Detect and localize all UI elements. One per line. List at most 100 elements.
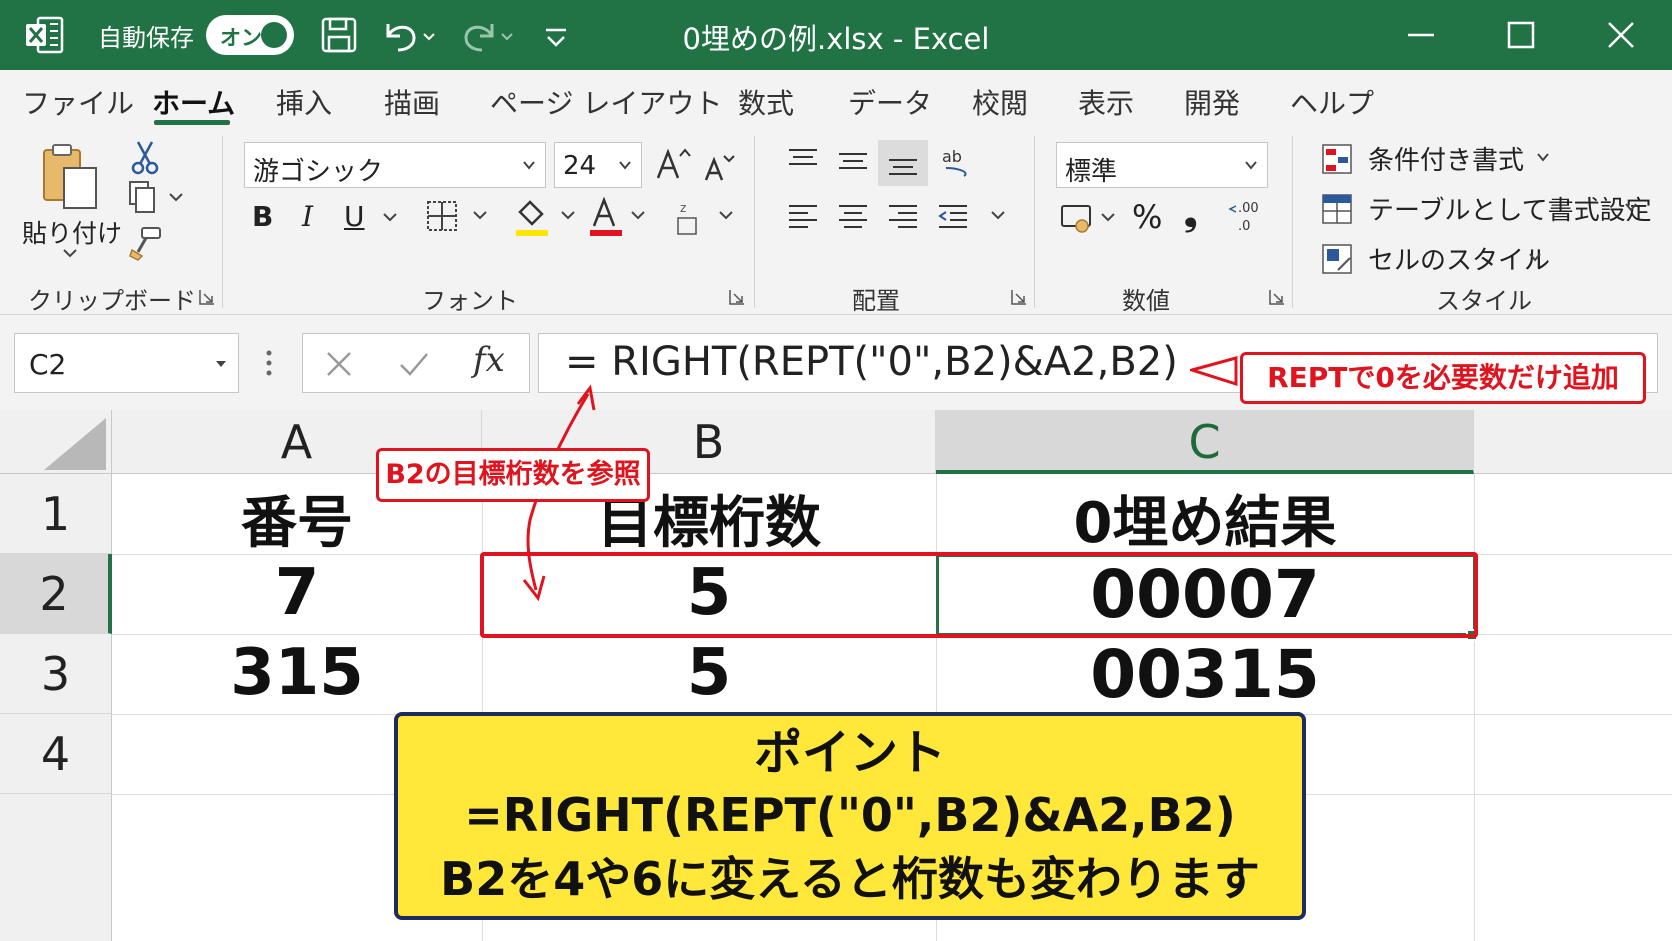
- dialog-launcher-icon[interactable]: [198, 288, 216, 306]
- conditional-formatting-button[interactable]: 条件付き書式: [1368, 140, 1524, 177]
- autosave-toggle[interactable]: オン: [206, 15, 294, 55]
- cell-c1[interactable]: 0埋め結果: [936, 478, 1474, 559]
- align-center-icon[interactable]: [836, 200, 870, 234]
- cell-styles-icon[interactable]: [1320, 242, 1354, 276]
- align-left-icon[interactable]: [786, 200, 820, 234]
- close-icon[interactable]: [1598, 12, 1644, 58]
- cancel-icon[interactable]: [323, 348, 355, 380]
- highlight-frame: [480, 552, 1478, 638]
- more-options-icon[interactable]: [264, 347, 274, 379]
- cell-c3[interactable]: 00315: [936, 636, 1474, 713]
- number-format-value: 標準: [1065, 157, 1118, 187]
- excel-logo-icon[interactable]: [24, 14, 64, 56]
- chevron-down-icon[interactable]: [380, 210, 400, 226]
- italic-button[interactable]: I: [302, 200, 313, 233]
- cell-b3[interactable]: 5: [482, 636, 936, 710]
- underline-button[interactable]: U: [344, 200, 365, 233]
- format-painter-icon[interactable]: [128, 226, 164, 262]
- name-box-value: C2: [29, 348, 67, 381]
- undo-icon[interactable]: [380, 14, 440, 56]
- dialog-launcher-icon[interactable]: [1010, 288, 1028, 306]
- tab-review[interactable]: 校閲: [972, 82, 1028, 122]
- formula-actions: fx: [302, 333, 530, 393]
- bold-button[interactable]: B: [252, 200, 273, 233]
- format-as-table-button[interactable]: テーブルとして書式設定: [1368, 190, 1652, 227]
- number-format-dropdown[interactable]: 標準: [1056, 142, 1268, 188]
- paste-label[interactable]: 貼り付け: [22, 214, 122, 250]
- cell-styles-button[interactable]: セルのスタイル: [1368, 240, 1550, 277]
- column-header-c[interactable]: C: [936, 410, 1474, 474]
- copy-icon[interactable]: [126, 180, 190, 216]
- callout-pointer: [1190, 356, 1238, 387]
- chevron-down-icon[interactable]: [60, 246, 80, 260]
- tab-page-layout[interactable]: ページ レイアウト: [490, 82, 722, 122]
- minimize-icon[interactable]: [1398, 12, 1444, 58]
- indent-icon[interactable]: [936, 200, 1012, 234]
- row-header-4[interactable]: 4: [0, 714, 112, 794]
- font-size-dropdown[interactable]: 24: [554, 142, 642, 188]
- styles-group-label: スタイル: [1436, 287, 1532, 315]
- conditional-formatting-icon[interactable]: [1320, 142, 1354, 176]
- svg-text:z: z: [680, 201, 686, 215]
- tab-draw[interactable]: 描画: [384, 82, 440, 122]
- chevron-down-icon[interactable]: [1534, 150, 1552, 166]
- increase-decimal-icon[interactable]: .00 .0: [1226, 196, 1266, 236]
- chevron-down-icon[interactable]: [1622, 200, 1640, 216]
- font-color-icon[interactable]: [588, 194, 658, 238]
- cut-icon[interactable]: [130, 140, 160, 176]
- row-header-2[interactable]: 2: [0, 554, 112, 634]
- percent-style-button[interactable]: %: [1132, 198, 1162, 236]
- accounting-format-icon[interactable]: [1058, 200, 1122, 236]
- font-name-value: 游ゴシック: [253, 157, 384, 187]
- wrap-text-icon[interactable]: ab: [940, 142, 978, 180]
- cell-a3[interactable]: 315: [112, 636, 482, 710]
- name-box[interactable]: C2: [14, 333, 239, 393]
- increase-font-size-icon[interactable]: [654, 146, 692, 184]
- row-header-5[interactable]: [0, 794, 112, 941]
- enter-check-icon[interactable]: [397, 348, 431, 380]
- align-right-icon[interactable]: [886, 200, 920, 234]
- tab-insert[interactable]: 挿入: [276, 82, 332, 122]
- dialog-launcher-icon[interactable]: [728, 288, 746, 306]
- borders-icon[interactable]: [424, 198, 494, 234]
- customize-quick-access-icon[interactable]: [540, 14, 572, 56]
- redo-icon[interactable]: [458, 14, 518, 56]
- comma-style-button[interactable]: ❟: [1184, 194, 1197, 234]
- number-group-label: 数値: [1122, 287, 1170, 315]
- chevron-down-icon[interactable]: [1526, 250, 1544, 266]
- decrease-font-size-icon[interactable]: [702, 150, 736, 184]
- tab-home[interactable]: ホーム: [152, 82, 235, 122]
- align-bottom-button[interactable]: [878, 140, 928, 186]
- phonetic-guide-icon[interactable]: z: [674, 198, 740, 238]
- font-name-dropdown[interactable]: 游ゴシック: [244, 142, 546, 188]
- format-as-table-icon[interactable]: [1320, 192, 1354, 226]
- tab-data[interactable]: データ: [848, 82, 932, 122]
- tab-file[interactable]: ファイル: [22, 82, 134, 122]
- select-all-button[interactable]: [0, 410, 112, 474]
- cell-a2[interactable]: 7: [112, 556, 482, 630]
- save-icon[interactable]: [320, 14, 358, 56]
- align-middle-icon[interactable]: [836, 144, 870, 178]
- align-top-icon[interactable]: [786, 144, 820, 178]
- insert-function-button[interactable]: fx: [473, 340, 505, 380]
- font-group-label: フォント: [422, 287, 518, 315]
- row-header-3[interactable]: 3: [0, 634, 112, 714]
- chevron-down-icon: [523, 161, 535, 170]
- fill-color-icon[interactable]: [512, 194, 582, 238]
- group-separator: [1034, 136, 1035, 308]
- font-size-value: 24: [563, 151, 597, 181]
- column-header-d[interactable]: [1474, 410, 1672, 474]
- paste-icon[interactable]: [40, 142, 100, 212]
- clipboard-group-label: クリップボード: [28, 287, 196, 315]
- dialog-launcher-icon[interactable]: [1268, 288, 1286, 306]
- svg-text:.0: .0: [1238, 219, 1250, 234]
- group-separator: [222, 136, 223, 308]
- tab-view[interactable]: 表示: [1078, 82, 1134, 122]
- row-header-1[interactable]: 1: [0, 474, 112, 554]
- ribbon-tabs: ファイル ホーム 挿入 描画 ページ レイアウト 数式 データ 校閲 表示 開発…: [0, 70, 1672, 128]
- group-separator: [754, 136, 755, 308]
- maximize-icon[interactable]: [1498, 12, 1544, 58]
- tab-formulas[interactable]: 数式: [738, 82, 794, 122]
- tab-developer[interactable]: 開発: [1184, 82, 1240, 122]
- tab-help[interactable]: ヘルプ: [1290, 82, 1374, 122]
